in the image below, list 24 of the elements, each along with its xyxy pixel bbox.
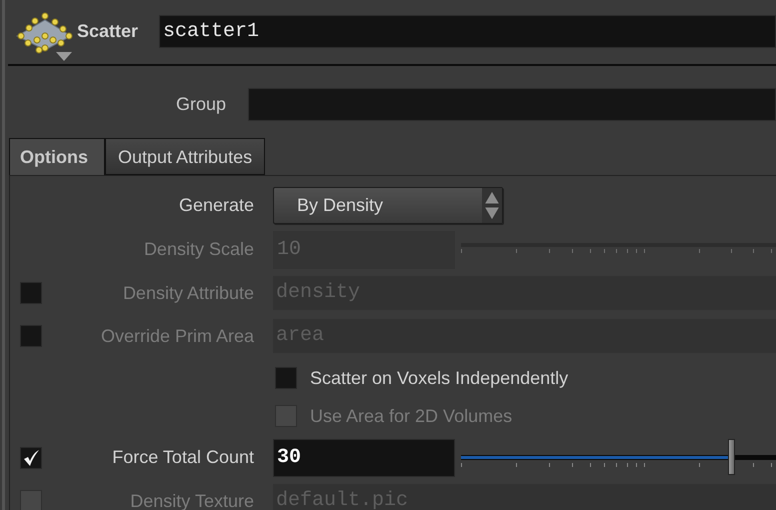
parameter-label: Override Prim Area — [100, 326, 254, 346]
parameter-label: Density Texture — [130, 490, 254, 510]
checkbox[interactable] — [275, 367, 297, 389]
tab[interactable]: Options — [9, 138, 105, 175]
checkmark-icon — [22, 448, 40, 466]
parameter-label: Force Total Count — [112, 447, 254, 467]
menu-button[interactable]: By Density — [273, 187, 503, 224]
slider-thumb[interactable] — [728, 438, 735, 474]
node-name-field[interactable]: scatter1 — [159, 15, 776, 48]
number-field[interactable]: 30 — [273, 438, 455, 476]
parameter-label: Density Scale — [144, 239, 254, 259]
toggle-label: Scatter on Voxels Independently — [310, 368, 568, 388]
toggle-label: Use Area for 2D Volumes — [310, 406, 512, 426]
node-type-label: Scatter — [77, 21, 140, 42]
parameter-label: Generate — [178, 195, 254, 215]
group-label: Group — [174, 94, 226, 114]
menu-arrows-icon — [482, 188, 502, 223]
parameter-label: Density Attribute — [122, 282, 254, 302]
scatter-node-icon — [15, 10, 73, 54]
checkbox[interactable] — [20, 446, 42, 468]
group-field[interactable] — [248, 88, 776, 120]
slider[interactable] — [461, 438, 776, 476]
dropdown-triangle-icon — [56, 52, 72, 62]
tab[interactable]: Output Attributes — [105, 138, 266, 175]
